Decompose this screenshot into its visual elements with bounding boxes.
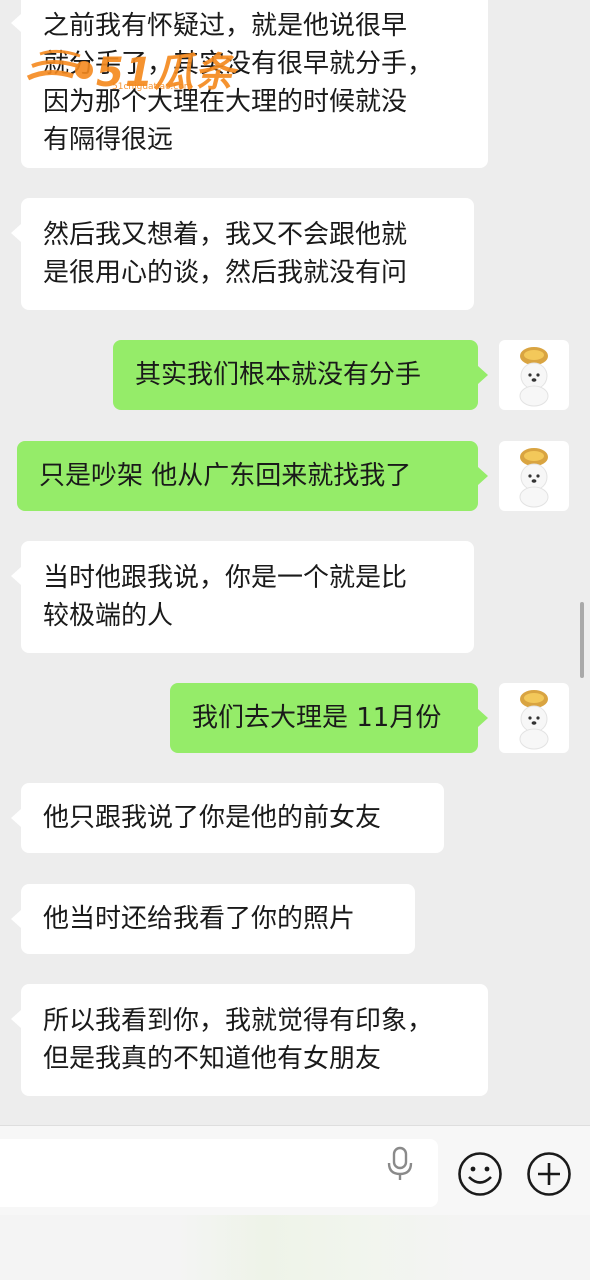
message-text-line: 就分手了，其实没有很早就分手， [43, 49, 434, 79]
message-input-bar [0, 1125, 590, 1215]
message-bubble-sent[interactable]: 我们去大理是 11月份 [170, 683, 488, 753]
message-text-line: 有隔得很远 [43, 125, 174, 155]
emoji-icon[interactable] [457, 1151, 503, 1197]
avatar-icon [519, 690, 549, 750]
plus-icon[interactable] [526, 1151, 572, 1197]
avatar-icon [519, 347, 549, 407]
message-text-line: 较极端的人 [43, 601, 174, 631]
chat-message-list[interactable]: 之前我有怀疑过，就是他说很早 就分手了，其实没有很早就分手， 因为那个大理在大理… [0, 0, 590, 1125]
avatar-icon [519, 448, 549, 508]
message-text-line: 他只跟我说了你是他的前女友 [43, 803, 382, 833]
message-text-line: 是很用心的谈，然后我就没有问 [43, 258, 408, 288]
message-text-line: 因为那个大理在大理的时候就没 [43, 87, 408, 117]
message-text-line: 当时他跟我说，你是一个就是比 [43, 563, 408, 593]
user-avatar[interactable] [499, 683, 569, 753]
keyboard-area [0, 1215, 590, 1280]
message-text-line: 他当时还给我看了你的照片 [43, 904, 356, 934]
scrollbar-thumb[interactable] [580, 602, 584, 678]
message-input[interactable] [0, 1139, 438, 1207]
message-text-line: 所以我看到你，我就觉得有印象， [43, 1006, 434, 1036]
message-text-line: 之前我有怀疑过，就是他说很早 [43, 11, 408, 41]
message-bubble-sent[interactable]: 只是吵架 他从广东回来就找我了 [17, 441, 488, 511]
message-text-line: 只是吵架 他从广东回来就找我了 [39, 461, 412, 491]
message-bubble-received[interactable]: 之前我有怀疑过，就是他说很早 就分手了，其实没有很早就分手， 因为那个大理在大理… [11, 0, 488, 168]
user-avatar[interactable] [499, 340, 569, 410]
message-text-line: 我们去大理是 11月份 [192, 703, 442, 733]
message-bubble-received[interactable]: 他当时还给我看了你的照片 [11, 884, 415, 954]
message-text-line: 但是我真的不知道他有女朋友 [43, 1044, 382, 1074]
message-bubble-received[interactable]: 所以我看到你，我就觉得有印象， 但是我真的不知道他有女朋友 [11, 984, 488, 1096]
message-text-line: 其实我们根本就没有分手 [135, 360, 422, 390]
message-bubble-received[interactable]: 然后我又想着，我又不会跟他就 是很用心的谈，然后我就没有问 [11, 198, 474, 310]
user-avatar[interactable] [499, 441, 569, 511]
message-bubble-received[interactable]: 当时他跟我说，你是一个就是比 较极端的人 [11, 541, 474, 653]
message-text-line: 然后我又想着，我又不会跟他就 [43, 220, 408, 250]
message-bubble-received[interactable]: 他只跟我说了你是他的前女友 [11, 783, 444, 853]
message-bubble-sent[interactable]: 其实我们根本就没有分手 [113, 340, 488, 410]
microphone-icon[interactable] [384, 1146, 416, 1182]
